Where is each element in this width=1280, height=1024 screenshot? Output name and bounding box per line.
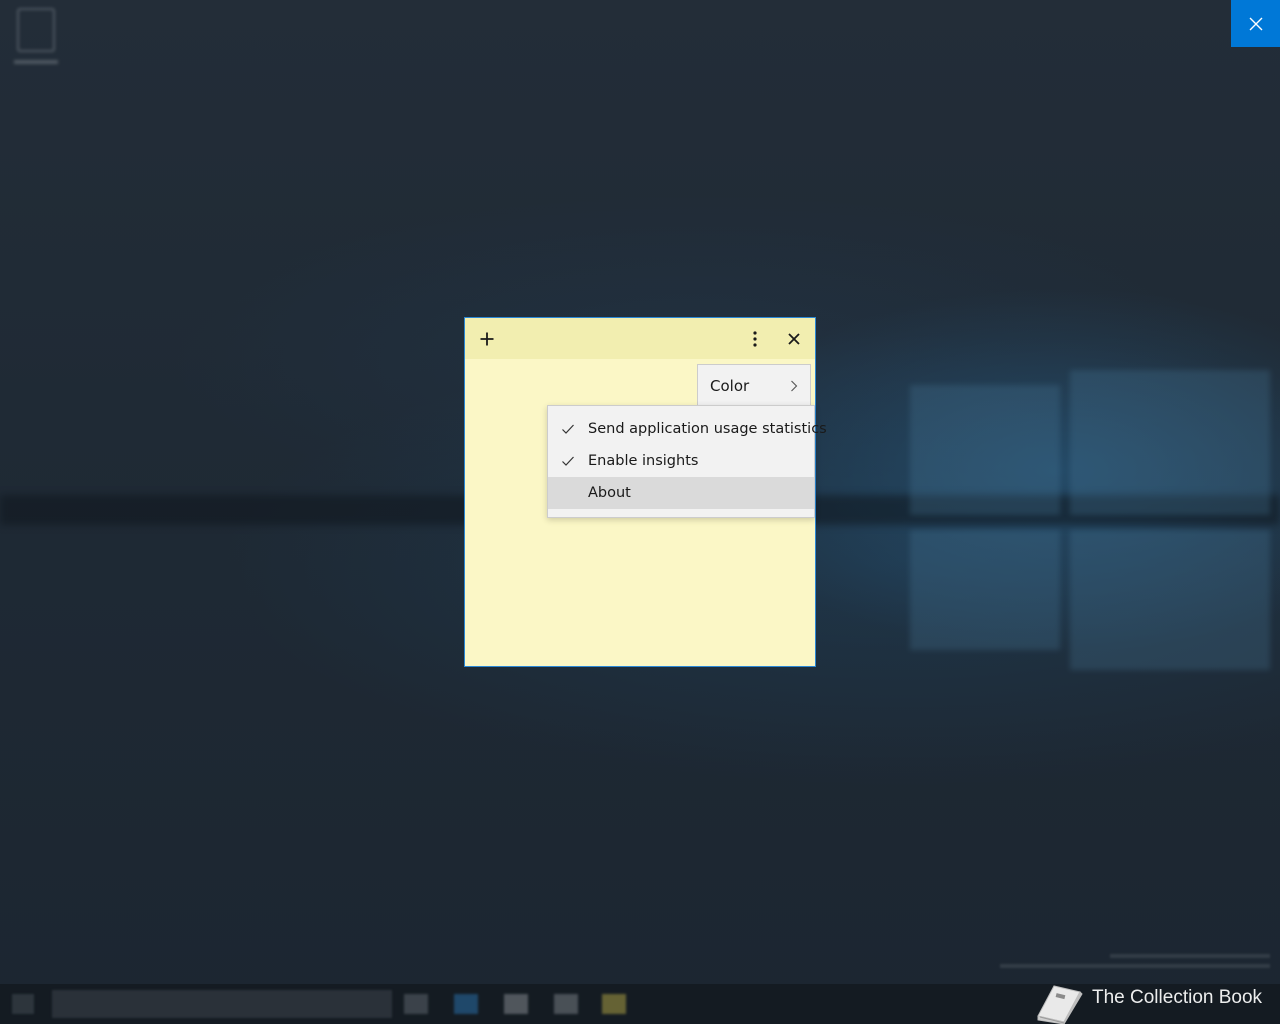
- start-button[interactable]: [12, 994, 34, 1014]
- task-view-icon[interactable]: [404, 994, 428, 1014]
- recycle-bin-icon[interactable]: [14, 8, 58, 70]
- plus-icon: [480, 332, 494, 345]
- close-icon: [788, 332, 800, 345]
- note-menu-button[interactable]: [735, 318, 775, 359]
- color-menu-label: Color: [710, 376, 750, 395]
- taskbar-search-box[interactable]: [52, 990, 392, 1018]
- brand-text: The Collection Book: [1092, 987, 1263, 1008]
- new-note-button[interactable]: [467, 318, 507, 359]
- book-icon: [1037, 985, 1083, 1024]
- overlay-close-button[interactable]: [1231, 0, 1280, 47]
- menu-item-about[interactable]: About: [548, 477, 814, 509]
- menu-item-send-usage-statistics[interactable]: Send application usage statistics: [548, 413, 827, 445]
- vertical-ellipsis-icon: [753, 330, 757, 347]
- menu-item-label: About: [588, 485, 631, 501]
- file-explorer-icon[interactable]: [504, 994, 528, 1014]
- color-menu-item[interactable]: Color: [697, 364, 811, 406]
- brand-watermark: The Collection Book: [1028, 972, 1262, 1024]
- chevron-right-icon: [791, 380, 798, 391]
- checkmark-icon: [562, 456, 574, 466]
- edge-browser-icon[interactable]: [454, 994, 478, 1014]
- note-title-bar[interactable]: [465, 318, 815, 359]
- delete-note-button[interactable]: [774, 318, 814, 359]
- close-icon: [1249, 17, 1262, 30]
- menu-item-label: Send application usage statistics: [588, 421, 827, 437]
- sticky-notes-taskbar-icon[interactable]: [602, 994, 626, 1014]
- windows-logo-wallpaper: [880, 350, 1280, 680]
- settings-menu: Send application usage statistics Enable…: [547, 405, 827, 518]
- menu-item-label: Enable insights: [588, 453, 699, 469]
- menu-item-enable-insights[interactable]: Enable insights: [548, 445, 814, 477]
- checkmark-icon: [562, 424, 574, 434]
- store-icon[interactable]: [554, 994, 578, 1014]
